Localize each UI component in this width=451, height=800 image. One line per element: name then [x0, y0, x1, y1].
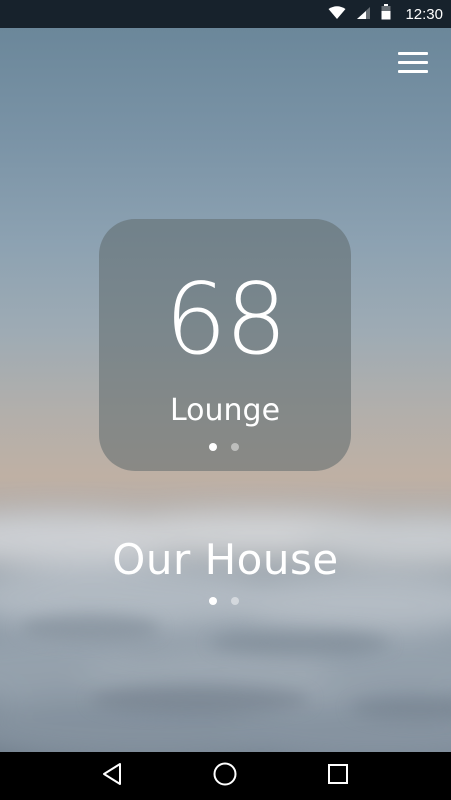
house-page-dot-1	[209, 597, 217, 605]
signal-icon	[356, 5, 371, 24]
house-name: Our House	[112, 535, 339, 584]
home-button[interactable]	[195, 752, 255, 800]
house-page-indicator	[209, 597, 239, 605]
recents-button[interactable]	[308, 752, 368, 800]
back-button[interactable]	[82, 752, 142, 800]
app-screen: 68 Lounge Our House	[0, 28, 451, 752]
home-icon	[212, 761, 238, 791]
house-page-dot-2	[231, 597, 239, 605]
status-bar: 12:30	[0, 0, 451, 28]
status-time: 12:30	[405, 5, 443, 23]
status-icons: 12:30	[328, 0, 443, 28]
room-page-dot-1	[209, 443, 217, 451]
back-icon	[101, 762, 123, 790]
room-page-dot-2	[231, 443, 239, 451]
temperature-value: 68	[164, 263, 288, 377]
recents-icon	[327, 763, 349, 789]
room-name: Lounge	[169, 393, 281, 428]
menu-button[interactable]	[396, 50, 430, 76]
thermostat-card[interactable]: 68 Lounge	[99, 219, 351, 471]
wifi-icon	[328, 5, 346, 24]
navigation-bar	[0, 752, 451, 800]
battery-icon	[381, 4, 391, 24]
room-page-indicator	[209, 443, 239, 451]
